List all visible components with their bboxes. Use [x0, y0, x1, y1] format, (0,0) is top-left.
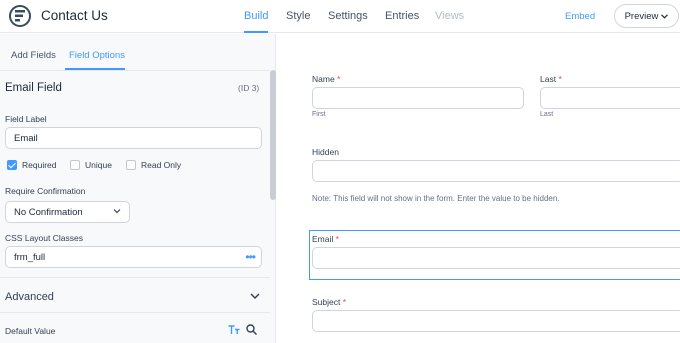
- divider: [0, 277, 270, 278]
- form-title: Contact Us: [41, 8, 108, 23]
- smart-tags-icon[interactable]: [228, 324, 240, 335]
- email-field-label: Email *: [312, 234, 339, 244]
- css-classes-input[interactable]: frm_full •••: [5, 246, 262, 268]
- default-value-caption: Default Value: [5, 326, 56, 336]
- last-label-text: Last: [540, 74, 557, 84]
- divider: [0, 70, 270, 71]
- last-sublabel: Last: [540, 111, 554, 118]
- tab-field-options[interactable]: Field Options: [69, 50, 125, 61]
- formidable-logo-icon[interactable]: [9, 5, 31, 27]
- unique-label: Unique: [85, 160, 112, 170]
- preview-button[interactable]: Preview: [614, 4, 679, 28]
- read-only-checkbox[interactable]: Read Only: [126, 160, 181, 170]
- nav-style[interactable]: Style: [286, 10, 310, 22]
- top-bar: Contact Us Build Style Settings Entries …: [0, 0, 680, 33]
- unique-checkbox[interactable]: Unique: [70, 160, 112, 170]
- email-label-text: Email: [312, 234, 334, 244]
- require-confirmation-select[interactable]: No Confirmation: [5, 201, 130, 223]
- subject-input[interactable]: [312, 310, 680, 332]
- advanced-section-title[interactable]: Advanced: [5, 291, 54, 303]
- first-sublabel: First: [312, 111, 326, 118]
- required-mark: *: [558, 74, 562, 84]
- preview-label: Preview: [624, 10, 659, 22]
- default-value-tools: [228, 324, 257, 335]
- last-name-input[interactable]: [540, 87, 680, 109]
- required-mark: *: [337, 74, 341, 84]
- required-mark: *: [342, 297, 347, 307]
- required-label: Required: [22, 160, 57, 170]
- more-options-icon[interactable]: •••: [245, 250, 256, 264]
- nav-views[interactable]: Views: [435, 10, 464, 22]
- search-icon[interactable]: [246, 324, 257, 335]
- nav-entries[interactable]: Entries: [385, 10, 419, 22]
- name-label-text: Name: [312, 74, 335, 84]
- css-classes-value: frm_full: [14, 252, 46, 263]
- chevron-down-icon: [661, 13, 669, 19]
- nav-settings[interactable]: Settings: [328, 10, 368, 22]
- confirmation-value: No Confirmation: [14, 207, 83, 218]
- first-name-input[interactable]: [312, 87, 524, 109]
- checkbox-checked-icon: [7, 160, 17, 170]
- checkbox-icon: [70, 160, 80, 170]
- field-label-input[interactable]: Email: [5, 127, 262, 149]
- checkbox-icon: [126, 160, 136, 170]
- tab-add-fields[interactable]: Add Fields: [11, 50, 56, 61]
- required-checkbox[interactable]: Required: [7, 160, 57, 170]
- hidden-field-label: Hidden: [312, 147, 339, 157]
- nav-active-indicator: [244, 31, 268, 33]
- chevron-down-icon: [113, 209, 121, 214]
- hidden-field-note: Note: This field will not show in the fo…: [312, 194, 560, 203]
- field-label-value: Email: [14, 133, 38, 144]
- css-classes-caption: CSS Layout Classes: [5, 233, 83, 243]
- hidden-field-input[interactable]: [312, 160, 680, 182]
- required-mark: *: [335, 234, 339, 244]
- embed-button[interactable]: Embed: [565, 11, 595, 22]
- nav-build[interactable]: Build: [244, 10, 268, 22]
- field-type-title: Email Field: [5, 82, 62, 94]
- field-label-caption: Field Label: [5, 114, 47, 124]
- require-confirmation-caption: Require Confirmation: [5, 186, 86, 196]
- divider: [0, 312, 270, 313]
- subject-label-text: Subject: [312, 297, 341, 307]
- field-options-sidebar: Add Fields Field Options Email Field (ID…: [0, 34, 276, 343]
- name-field-label: Name *: [312, 74, 340, 84]
- chevron-down-icon[interactable]: [250, 292, 260, 300]
- field-id-badge: (ID 3): [238, 83, 260, 93]
- last-field-label: Last *: [540, 74, 562, 84]
- email-input[interactable]: [312, 247, 680, 269]
- sidebar-scrollbar[interactable]: [270, 70, 276, 200]
- subject-field-label: Subject *: [312, 297, 346, 307]
- read-only-label: Read Only: [141, 160, 182, 170]
- form-builder-canvas: Name * First Last * Last Hidden Note: Th…: [277, 34, 680, 343]
